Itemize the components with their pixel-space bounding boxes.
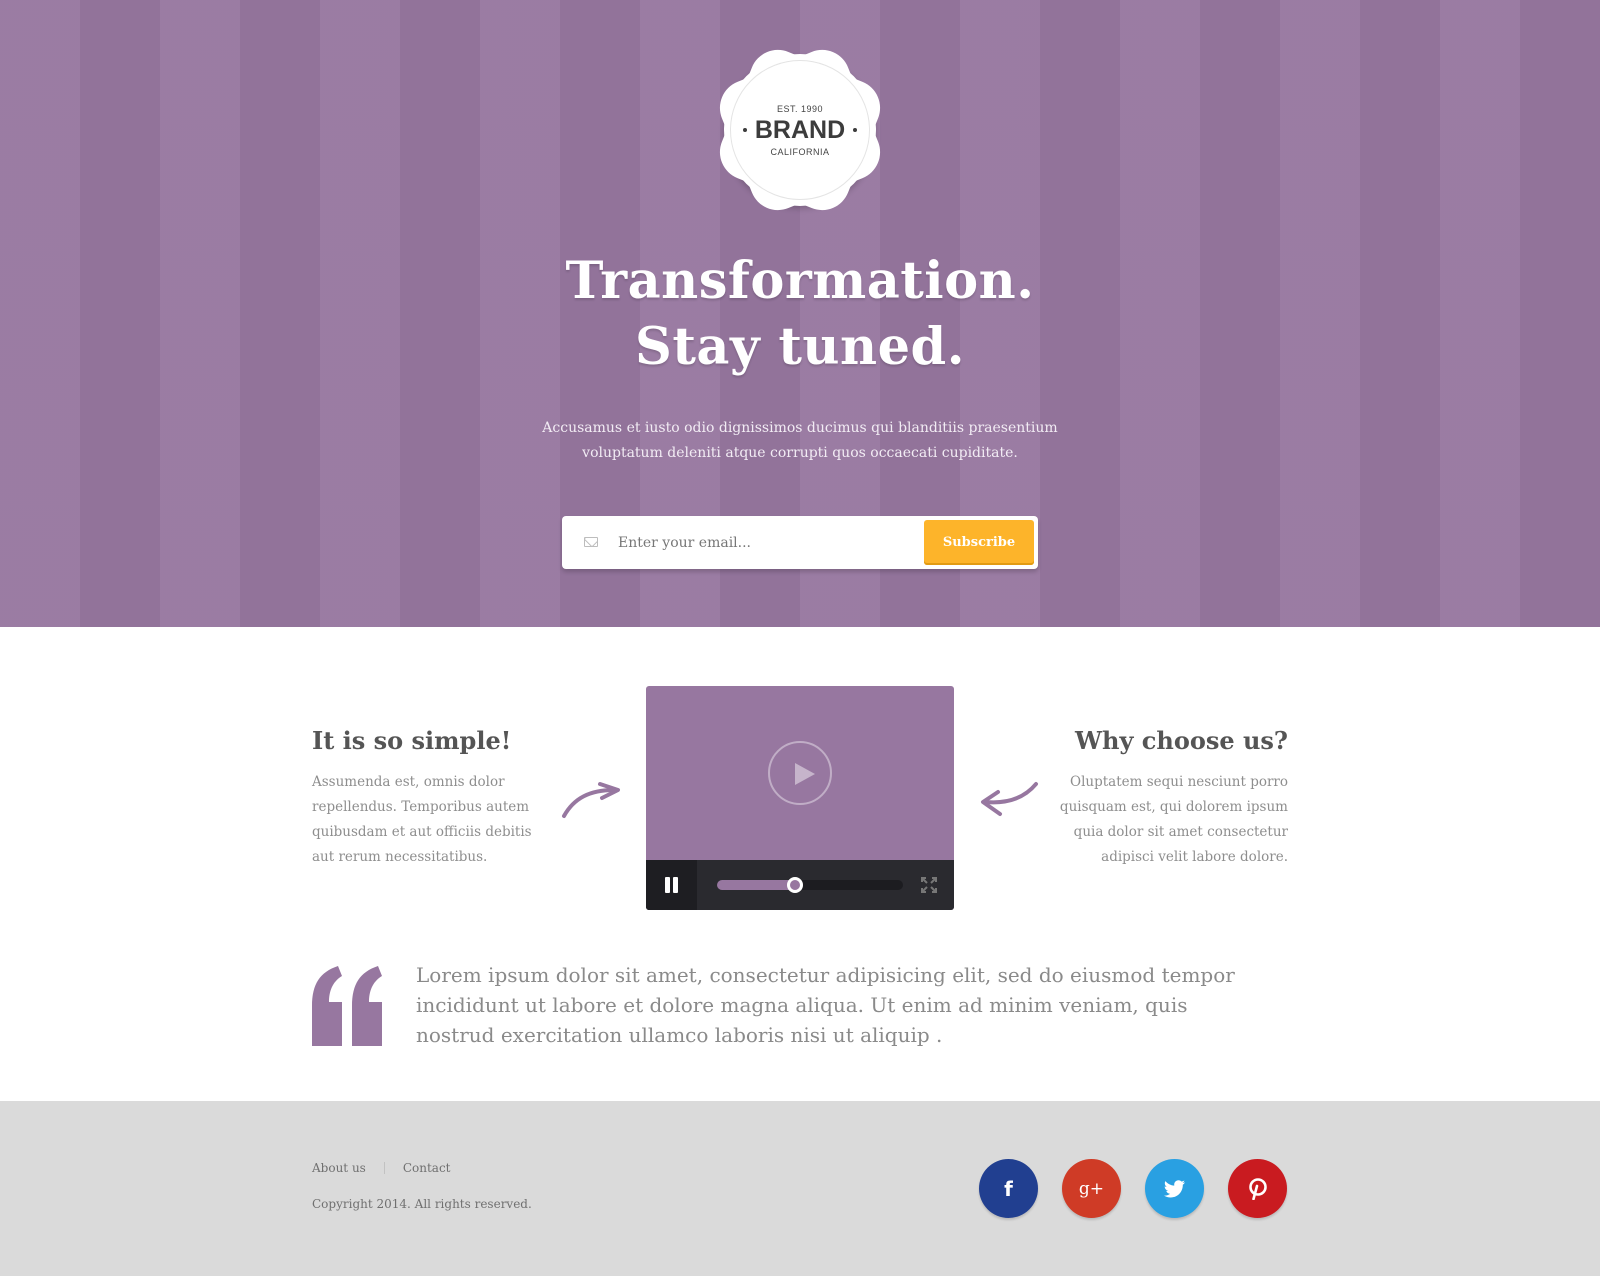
logo-est-text: EST. 1990 [776,103,824,114]
logo-brand-name: BRAND [754,115,846,144]
subscribe-button[interactable]: Subscribe [924,520,1034,565]
twitter-icon [1163,1179,1185,1197]
hero-headline: Transformation. Stay tuned. [400,248,1200,380]
feature-why-us: Why choose us? Oluptatem sequi nesciunt … [1048,726,1288,870]
video-controls [646,860,954,910]
feature-simple-title: It is so simple! [312,726,512,755]
play-icon[interactable] [768,741,832,805]
quote-icon [312,966,382,1046]
headline-line-1: Transformation. [565,251,1035,311]
brand-logo-badge[interactable]: EST. 1990 BRAND CALIFORNIA [724,54,876,206]
arrow-left-icon [981,782,1038,816]
facebook-icon: f [1004,1176,1013,1201]
envelope-icon [584,537,598,547]
headline-line-2: Stay tuned. [635,317,965,377]
video-progress-fill [717,880,796,890]
subscribe-form: Subscribe [562,516,1038,569]
facebook-button[interactable]: f [979,1159,1038,1218]
footer-link-about[interactable]: About us [312,1161,366,1175]
feature-why-us-text: Oluptatem sequi nesciunt porro quisquam … [1059,774,1288,865]
email-input[interactable] [618,516,948,569]
feature-simple: It is so simple! Assumenda est, omnis do… [312,726,552,870]
google-plus-button[interactable]: g+ [1062,1159,1121,1218]
feature-simple-text: Assumenda est, omnis dolor repellendus. … [312,774,532,865]
footer: About us Contact Copyright 2014. All rig… [0,1101,1600,1276]
hero-description: Accusamus et iusto odio dignissimos duci… [542,420,1058,461]
copyright-text: Copyright 2014. All rights reserved. [312,1197,532,1211]
arrow-right-icon [562,782,620,818]
footer-divider [383,1162,385,1174]
fullscreen-icon[interactable] [921,877,937,893]
pinterest-icon [1248,1177,1267,1200]
video-player[interactable] [646,686,954,910]
logo-brand-text: BRAND [735,116,865,145]
pinterest-button[interactable] [1228,1159,1287,1218]
footer-nav: About us Contact [312,1161,450,1175]
pause-button[interactable] [646,860,697,910]
twitter-button[interactable] [1145,1159,1204,1218]
testimonial-quote: Lorem ipsum dolor sit amet, consectetur … [416,963,1235,1047]
brand-logo: EST. 1990 BRAND CALIFORNIA [730,60,870,200]
google-plus-icon: g+ [1078,1178,1105,1199]
hero-section: EST. 1990 BRAND CALIFORNIA Transformatio… [0,0,1600,627]
logo-dot-left [742,128,747,132]
logo-dot-right [853,128,858,132]
video-progress-handle[interactable] [787,877,804,893]
logo-place-text: CALIFORNIA [770,146,830,157]
footer-link-contact[interactable]: Contact [403,1161,451,1175]
video-progress-bar[interactable] [717,877,903,893]
feature-why-us-title: Why choose us? [1075,726,1288,755]
